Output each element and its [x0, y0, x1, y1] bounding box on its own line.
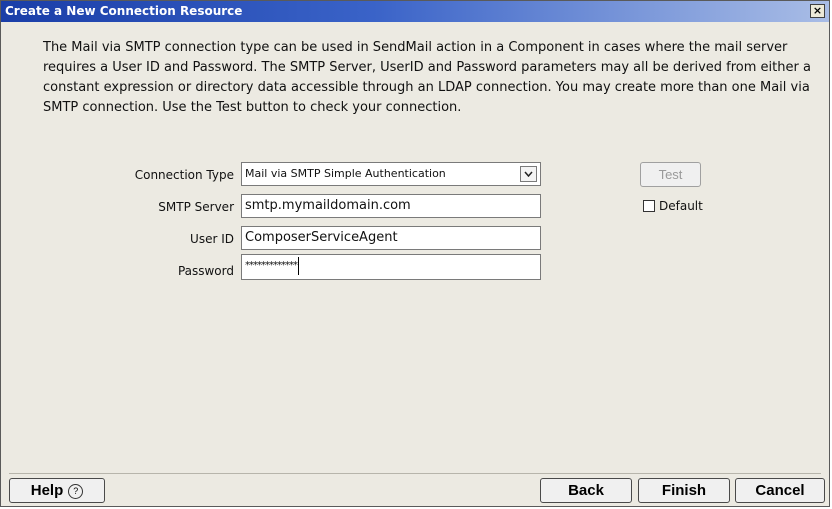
- help-button[interactable]: Help?: [9, 478, 105, 503]
- chevron-down-icon[interactable]: [520, 166, 537, 182]
- cancel-button[interactable]: Cancel: [735, 478, 825, 503]
- description-text: The Mail via SMTP connection type can be…: [43, 40, 811, 115]
- title-bar: Create a New Connection Resource ×: [1, 1, 829, 22]
- default-checkbox[interactable]: [643, 200, 655, 212]
- back-button[interactable]: Back: [540, 478, 632, 503]
- smtp-server-label: SMTP Server: [158, 200, 234, 214]
- connection-type-select[interactable]: Mail via SMTP Simple Authentication: [241, 162, 541, 186]
- footer-divider: [9, 473, 821, 474]
- default-checkbox-row[interactable]: Default: [643, 199, 703, 213]
- password-input[interactable]: *************: [241, 254, 541, 280]
- smtp-server-input[interactable]: smtp.mymaildomain.com: [241, 194, 541, 218]
- connection-type-value: Mail via SMTP Simple Authentication: [245, 167, 446, 180]
- connection-type-label: Connection Type: [134, 168, 234, 182]
- password-label: Password: [177, 264, 234, 278]
- user-id-input[interactable]: ComposerServiceAgent: [241, 226, 541, 250]
- text-cursor: [298, 257, 299, 275]
- help-label: Help: [30, 482, 64, 499]
- test-button[interactable]: Test: [640, 162, 701, 187]
- user-id-label: User ID: [190, 232, 234, 246]
- help-question-icon: ?: [68, 484, 84, 499]
- finish-button[interactable]: Finish: [638, 478, 730, 503]
- dialog-title: Create a New Connection Resource: [5, 4, 243, 18]
- password-mask: *************: [245, 260, 298, 271]
- close-button[interactable]: ×: [810, 4, 825, 18]
- dialog-window: Create a New Connection Resource × The M…: [0, 0, 830, 507]
- default-label: Default: [659, 199, 703, 213]
